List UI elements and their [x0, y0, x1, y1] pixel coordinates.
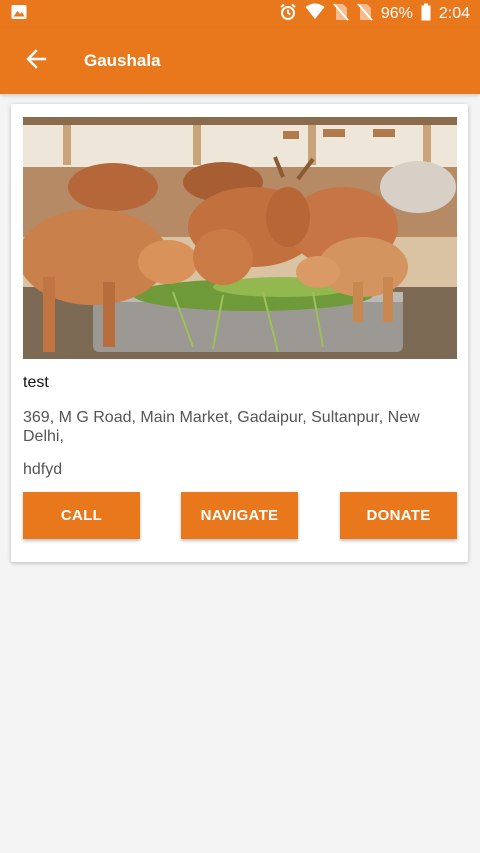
cows-photo — [23, 117, 457, 359]
back-button[interactable] — [8, 33, 64, 89]
arrow-left-icon — [25, 48, 47, 75]
wifi-icon — [305, 3, 325, 26]
image-notification-icon — [10, 3, 28, 26]
alarm-icon — [279, 3, 297, 26]
no-sim-icon — [333, 2, 349, 26]
page-title: Gaushala — [84, 51, 161, 70]
status-right: 96% 2:04 — [279, 2, 470, 26]
app-bar: Gaushala — [0, 28, 480, 94]
battery-icon — [421, 3, 431, 26]
gaushala-address: 369, M G Road, Main Market, Gadaipur, Su… — [23, 409, 420, 445]
no-sim-icon-2 — [357, 2, 373, 26]
clock: 2:04 — [438, 5, 470, 22]
gaushala-card: test 369, M G Road, Main Market, Gadaipu… — [11, 104, 468, 562]
gaushala-description: hdfyd — [23, 461, 63, 478]
call-button[interactable]: CALL — [23, 492, 140, 539]
status-left — [10, 3, 28, 26]
donate-button[interactable]: DONATE — [340, 492, 457, 539]
navigate-button[interactable]: NAVIGATE — [181, 492, 298, 539]
status-bar: 96% 2:04 — [0, 0, 480, 28]
battery-percent: 96% — [380, 5, 413, 22]
gaushala-name: test — [23, 374, 49, 391]
